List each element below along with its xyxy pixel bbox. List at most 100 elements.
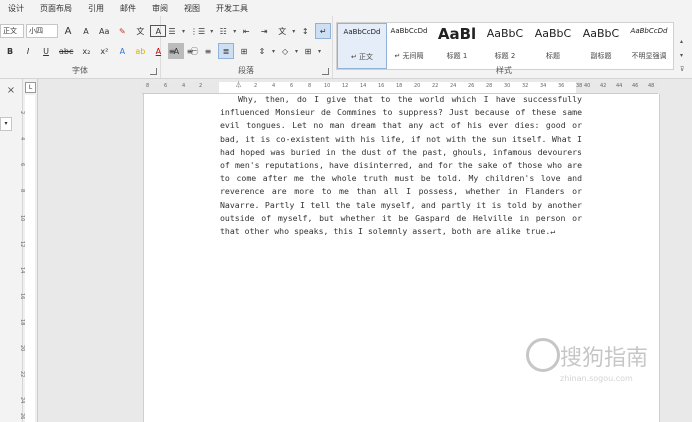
bold-button[interactable]: B: [2, 43, 18, 59]
highlight-icon[interactable]: ab: [132, 43, 148, 59]
bullets-icon[interactable]: ☰: [164, 23, 180, 39]
style-name: 标题 1: [446, 52, 468, 60]
ruler-tick: 4: [19, 137, 25, 141]
ruler-tick: 26: [468, 83, 475, 89]
multilevel-list-icon[interactable]: ☷: [215, 23, 231, 39]
menu-developer[interactable]: 开发工具: [208, 3, 256, 14]
ruler-tick: 46: [632, 83, 639, 89]
distributed-icon[interactable]: ⊞: [236, 43, 252, 59]
ruler-tick: 22: [19, 371, 25, 378]
sort-icon[interactable]: ↕: [297, 23, 313, 39]
menu-bar: 设计 页面布局 引用 邮件 审阅 视图 开发工具: [0, 0, 692, 16]
borders-icon[interactable]: ⊞: [300, 43, 316, 59]
menu-references[interactable]: 引用: [80, 3, 112, 14]
ruler-tick: 2: [19, 111, 25, 115]
document-paragraph[interactable]: Why, then, do I give that to the world w…: [220, 93, 582, 238]
underline-icon[interactable]: U: [38, 43, 54, 59]
change-case-button[interactable]: Aa: [96, 23, 112, 39]
font-group-label: 字体: [72, 66, 88, 75]
strikethrough-button[interactable]: abc: [56, 43, 76, 59]
style-sample: AaBl: [437, 25, 477, 43]
ruler-tick: 12: [19, 241, 25, 248]
menu-design[interactable]: 设计: [0, 3, 32, 14]
ruler-tick: 6: [19, 163, 25, 167]
ruler-tick: 6: [164, 83, 168, 89]
increase-indent-icon[interactable]: ⇥: [256, 23, 272, 39]
italic-button[interactable]: I: [20, 43, 36, 59]
align-right-icon[interactable]: ≡: [200, 43, 216, 59]
paragraph-dialog-launcher-icon[interactable]: [322, 68, 329, 75]
styles-scroll[interactable]: ▴ ▾ ⊽: [680, 38, 690, 86]
font-name-select[interactable]: 正文: [0, 24, 24, 38]
scroll-up-icon[interactable]: ▴: [680, 38, 683, 45]
ruler-tick: 38: [576, 83, 583, 89]
shrink-font-button[interactable]: A: [78, 23, 94, 39]
numbering-icon[interactable]: ⋮☰: [187, 23, 208, 39]
ruler-tick: 30: [504, 83, 511, 89]
phonetic-guide-icon[interactable]: 文: [132, 23, 148, 39]
style-name: ↵ 正文: [350, 53, 374, 61]
align-center-icon[interactable]: ≡: [182, 43, 198, 59]
show-marks-icon[interactable]: ↵: [315, 23, 332, 39]
subscript-button[interactable]: x₂: [78, 43, 94, 59]
ruler-tick: 2: [199, 83, 203, 89]
chinese-layout-icon[interactable]: 文: [274, 23, 290, 39]
style-title[interactable]: AaBbC 标题: [529, 23, 577, 67]
watermark-text: 搜狗指南: [560, 346, 649, 371]
style-heading-1[interactable]: AaBl 标题 1: [433, 23, 481, 67]
style-no-spacing[interactable]: AaBbCcDd ↵ 无间隔: [385, 23, 433, 67]
line-spacing-icon[interactable]: ⇕: [254, 43, 270, 59]
ruler-corner-tab-icon[interactable]: L: [25, 82, 36, 93]
justify-icon[interactable]: ≣: [218, 43, 234, 59]
ruler-tick: 24: [450, 83, 457, 89]
menu-view[interactable]: 视图: [176, 3, 208, 14]
style-sample: AaBbCcDd: [390, 27, 428, 35]
style-heading-2[interactable]: AaBbC 标题 2: [481, 23, 529, 67]
style-sample: AaBbC: [534, 27, 572, 40]
clear-format-icon[interactable]: ✎: [114, 23, 130, 39]
ruler-tick: 2: [254, 83, 258, 89]
style-subtle-emphasis[interactable]: AaBbCcDd 不明显强调: [625, 23, 673, 67]
close-pane-button[interactable]: ×: [5, 85, 17, 97]
scroll-down-icon[interactable]: ▾: [680, 52, 683, 59]
text-effects-icon[interactable]: A: [114, 43, 130, 59]
paragraph-group: ☰ ▾ ⋮☰ ▾ ☷ ▾ ⇤ ⇥ 文 ▾ ↕ ↵ ≡ ≡ ≡ ≣ ⊞ ⇕ ▾ ◇ ▾ ⊞ ▾ …: [160, 16, 333, 78]
font-size-select[interactable]: 小四: [26, 24, 58, 38]
pane-dropdown[interactable]: ▾: [0, 117, 12, 131]
style-name: ↵ 无间隔: [394, 52, 424, 60]
style-sample: AaBbCcDd: [630, 27, 668, 35]
ruler-tick: 44: [616, 83, 623, 89]
style-subtitle[interactable]: AaBbC 副标题: [577, 23, 625, 67]
ruler-tick: 18: [19, 319, 25, 326]
font-dialog-launcher-icon[interactable]: [150, 68, 157, 75]
ruler-tick: 12: [342, 83, 349, 89]
ruler-tick: 20: [414, 83, 421, 89]
indent-marker-icon[interactable]: ⏃: [235, 80, 242, 90]
ruler-tick: 6: [290, 83, 294, 89]
ruler-tick: 4: [272, 83, 276, 89]
style-name: 标题 2: [494, 52, 516, 60]
style-sample: AaBbC: [486, 27, 524, 40]
menu-page-layout[interactable]: 页面布局: [32, 3, 80, 14]
styles-gallery: AaBbCcDd ↵ 正文 AaBbCcDd ↵ 无间隔 AaBl 标题 1 A…: [336, 22, 674, 70]
superscript-button[interactable]: x²: [96, 43, 112, 59]
style-normal[interactable]: AaBbCcDd ↵ 正文: [337, 23, 387, 69]
watermark-url: zhinan.sogou.com: [560, 374, 633, 383]
grow-font-button[interactable]: A: [60, 23, 76, 39]
ruler-tick: 26: [19, 413, 25, 420]
align-left-icon[interactable]: ≡: [164, 43, 180, 59]
menu-review[interactable]: 审阅: [144, 3, 176, 14]
menu-mailings[interactable]: 邮件: [112, 3, 144, 14]
styles-group-label: 样式: [496, 66, 512, 75]
decrease-indent-icon[interactable]: ⇤: [238, 23, 254, 39]
paragraph-group-label: 段落: [238, 66, 254, 75]
ruler-tick: 34: [540, 83, 547, 89]
more-styles-icon[interactable]: ⊽: [680, 66, 684, 73]
ribbon: 正文 小四 A A Aa ✎ 文 A B I U abc x₂ x² A ab …: [0, 16, 692, 79]
ruler-tick: 18: [396, 83, 403, 89]
ruler-tick: 10: [19, 215, 25, 222]
ruler-tick: 24: [19, 397, 25, 404]
vertical-ruler[interactable]: L 2 4 6 8 10 12 14 16 18 20 22 24 26: [19, 79, 38, 422]
shading-icon[interactable]: ◇: [277, 43, 293, 59]
sogou-logo-icon: [526, 338, 560, 372]
